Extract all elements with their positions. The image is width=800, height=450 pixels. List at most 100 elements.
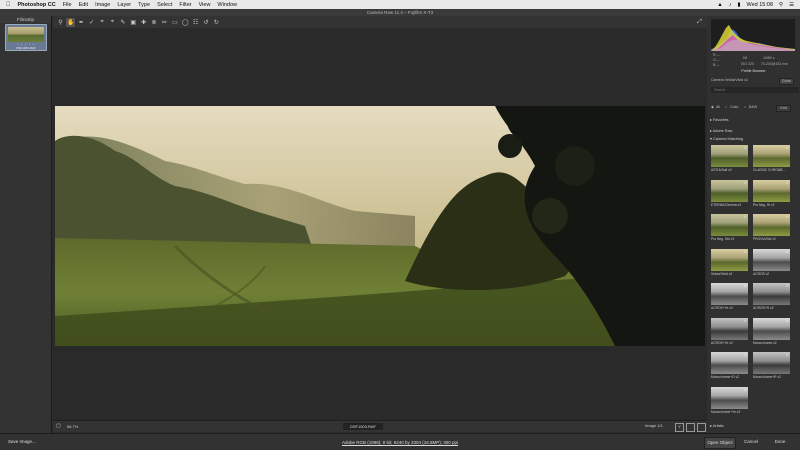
profile-thumbnail[interactable]: ☆ PROVIA/Std v2: [753, 214, 790, 242]
menu-view[interactable]: View: [199, 2, 211, 8]
profile-thumbnail[interactable]: ☆ ACROS+Ye v2: [711, 317, 748, 346]
targeted-adjustment-tool-icon[interactable]: ⌖: [98, 18, 107, 27]
filter-color-radio[interactable]: ○: [725, 104, 727, 111]
fullscreen-icon[interactable]: ⤢: [695, 18, 704, 27]
profile-preview-image: ☆: [753, 179, 790, 202]
swap-settings-icon[interactable]: [697, 423, 706, 432]
menu-filter[interactable]: Filter: [179, 2, 191, 8]
view-mode-select[interactable]: Grid: [776, 105, 791, 112]
menu-file[interactable]: File: [63, 2, 72, 8]
favorite-star-icon[interactable]: ☆: [743, 180, 747, 185]
open-object-button[interactable]: Open Object: [704, 437, 736, 449]
profile-thumbnail[interactable]: ☆ Pro Neg. Std v2: [711, 214, 748, 242]
profile-thumbnail[interactable]: ☆ Monochrome+R v2: [753, 352, 790, 380]
favorite-star-icon[interactable]: ☆: [785, 283, 789, 288]
readout-r-value: ---: [717, 53, 721, 57]
profile-name: ACROS+R v2: [753, 306, 774, 310]
favorite-star-icon[interactable]: ☆: [743, 283, 747, 288]
favorite-star-icon[interactable]: ☆: [785, 352, 789, 357]
crop-tool-icon[interactable]: ⌖: [108, 18, 117, 27]
profile-name: Pro Neg. Std v2: [711, 237, 735, 241]
favorite-star-icon[interactable]: ☆: [785, 249, 789, 254]
favorite-star-icon[interactable]: ☆: [743, 352, 747, 357]
profile-preview-image: ☆: [753, 283, 790, 305]
favorite-star-icon[interactable]: ☆: [785, 145, 789, 150]
menu-select[interactable]: Select: [157, 2, 172, 8]
favorite-star-icon[interactable]: ☆: [743, 214, 747, 219]
preferences-icon[interactable]: ☷: [191, 18, 200, 27]
zoom-tool-icon[interactable]: ⚲: [56, 18, 65, 27]
profile-thumbnail[interactable]: ☆ Monochrome v2: [753, 317, 790, 346]
menubar-clock[interactable]: Wed 15:08: [747, 2, 774, 8]
adjustment-brush-icon[interactable]: ✏: [160, 18, 169, 27]
favorite-star-icon[interactable]: ☆: [743, 145, 747, 150]
radial-filter-icon[interactable]: ◯: [181, 18, 190, 27]
exif-shutter: 1/680 s: [763, 56, 775, 60]
cancel-button[interactable]: Cancel: [740, 437, 762, 447]
filter-bw-radio[interactable]: ○: [744, 104, 746, 111]
workflow-options-link[interactable]: Adobe RGB (1998); 8 bit; 6240 by 3304 (1…: [300, 438, 500, 448]
white-balance-tool-icon[interactable]: ✒: [77, 18, 86, 27]
rotate-right-icon[interactable]: ↻: [212, 18, 221, 27]
zoom-level[interactable]: 66.7%: [67, 424, 78, 429]
section-camera-matching[interactable]: ▾ Camera Matching: [710, 136, 743, 141]
done-button[interactable]: Done: [769, 437, 791, 447]
profile-thumbnail[interactable]: ☆ ACROS+Ye v2: [711, 283, 748, 311]
menu-list-icon[interactable]: ☰: [789, 2, 794, 8]
image-canvas[interactable]: [53, 28, 707, 420]
straighten-tool-icon[interactable]: ✎: [118, 18, 127, 27]
rotate-left-icon[interactable]: ↺: [201, 18, 210, 27]
section-artistic[interactable]: ▸ Artistic: [710, 423, 724, 428]
menu-app-name[interactable]: Photoshop CC: [18, 2, 56, 8]
volume-icon[interactable]: ♪: [729, 2, 732, 8]
favorite-star-icon[interactable]: ☆: [743, 387, 747, 392]
exif-aperture: f/8: [743, 56, 747, 60]
save-image-button[interactable]: Save Image...: [8, 437, 36, 447]
section-adobe-raw[interactable]: ▸ Adobe Raw: [710, 128, 732, 133]
favorite-star-icon[interactable]: ☆: [785, 214, 789, 219]
photo-preview[interactable]: [55, 106, 705, 346]
red-eye-tool-icon[interactable]: ⊗: [150, 18, 159, 27]
before-after-icon[interactable]: Y: [675, 423, 684, 432]
search-icon[interactable]: ⚲: [779, 2, 783, 8]
panel-title: Profile Browser: [741, 69, 766, 73]
wifi-icon[interactable]: ▲: [717, 2, 722, 8]
profile-thumbnail[interactable]: ☆ CLASSIC CHROME...: [753, 145, 790, 173]
profile-search-input[interactable]: Search: [711, 87, 799, 93]
profile-thumbnail[interactable]: ☆ Pro Neg. Hi v2: [753, 179, 790, 208]
apple-icon[interactable]: : [6, 2, 11, 8]
section-favorites[interactable]: ▸ Favorites: [710, 117, 729, 122]
menu-type[interactable]: Type: [138, 2, 150, 8]
favorite-star-icon[interactable]: ☆: [743, 318, 747, 323]
transform-tool-icon[interactable]: ▣: [129, 18, 138, 27]
favorite-star-icon[interactable]: ☆: [785, 318, 789, 323]
profile-thumbnail[interactable]: ☆ ACROS v2: [753, 248, 790, 277]
favorite-star-icon[interactable]: ☆: [785, 180, 789, 185]
canvas-footer: ▢ 66.7% DSF1003.RAF Image 1/1 Y: [53, 420, 707, 432]
filmstrip-thumbnail[interactable]: • • • • • DSF1003.RAF: [5, 24, 47, 51]
filter-bw-label: B&W: [749, 105, 758, 109]
color-sampler-tool-icon[interactable]: ✓: [87, 18, 96, 27]
menu-edit[interactable]: Edit: [79, 2, 88, 8]
graduated-filter-icon[interactable]: ▭: [170, 18, 179, 27]
filter-all-label: All: [716, 105, 720, 109]
profile-thumbnail[interactable]: ☆ Velvia/Vivid v2: [711, 248, 748, 277]
profile-thumbnail[interactable]: ☆ Monochrome+G v2: [711, 352, 748, 380]
zoom-out-icon[interactable]: ▢: [56, 423, 61, 429]
filter-all-radio[interactable]: ◉: [711, 104, 714, 111]
profile-thumbnail[interactable]: ☆ ASTIA/Soft v2: [711, 145, 748, 173]
compare-view-icon[interactable]: [686, 423, 695, 432]
profile-thumbnail[interactable]: ☆ Monochrome+Ye v2: [711, 386, 748, 415]
close-profile-browser-button[interactable]: Close: [778, 78, 794, 85]
menu-image[interactable]: Image: [95, 2, 110, 8]
profile-thumbnail[interactable]: ☆ ETERNA/Cinema v2: [711, 179, 748, 208]
profile-preview-image: ☆: [711, 352, 748, 374]
spot-removal-tool-icon[interactable]: ✚: [139, 18, 148, 27]
battery-icon[interactable]: ▮: [737, 2, 740, 8]
favorite-star-icon[interactable]: ☆: [743, 249, 747, 254]
hand-tool-icon[interactable]: ✋: [66, 17, 76, 27]
profile-thumbnail[interactable]: ☆ ACROS+R v2: [753, 283, 790, 311]
profile-preview-image: ☆: [753, 248, 790, 271]
menu-layer[interactable]: Layer: [117, 2, 131, 8]
menu-window[interactable]: Window: [217, 2, 237, 8]
